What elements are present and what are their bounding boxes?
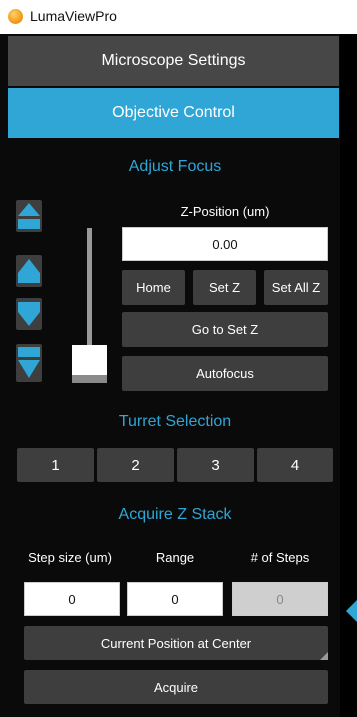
focus-slider-thumb[interactable] — [72, 345, 107, 383]
window-title: LumaViewPro — [30, 8, 117, 24]
turret-selection-heading: Turret Selection — [118, 413, 232, 430]
turret-button-1[interactable]: 1 — [17, 448, 94, 482]
app-logo-icon — [8, 9, 23, 24]
step-size-label: Step size (um) — [28, 550, 112, 565]
current-position-at-center-label: Current Position at Center — [100, 635, 252, 651]
turret-button-2[interactable]: 2 — [97, 448, 174, 482]
set-z-button[interactable]: Set Z — [193, 270, 256, 305]
turret-button-3[interactable]: 3 — [177, 448, 254, 482]
focus-down-fast-button[interactable] — [16, 344, 42, 382]
focus-up-fast-button[interactable] — [16, 200, 42, 232]
num-steps-field: 0 — [232, 582, 328, 616]
title-bar: LumaViewPro — [0, 0, 357, 34]
step-size-input[interactable]: 0 — [24, 582, 120, 616]
go-to-set-z-button[interactable]: Go to Set Z — [122, 312, 328, 347]
range-input[interactable]: 0 — [127, 582, 223, 616]
focus-down-button[interactable] — [16, 298, 42, 330]
range-label: Range — [155, 550, 195, 565]
accordion-microscope-settings[interactable]: Microscope Settings — [8, 36, 339, 86]
accordion-objective-control[interactable]: Objective Control — [8, 88, 339, 138]
arrow-up-icon — [18, 259, 40, 283]
arrow-down-icon — [18, 302, 40, 326]
z-position-input[interactable]: 0.00 — [122, 227, 328, 261]
set-all-z-button[interactable]: Set All Z — [264, 270, 328, 305]
focus-slider-track[interactable] — [87, 228, 92, 353]
current-position-at-center-button[interactable]: Current Position at Center — [24, 626, 328, 660]
acquire-z-stack-heading: Acquire Z Stack — [118, 506, 232, 523]
autofocus-button[interactable]: Autofocus — [122, 356, 328, 391]
double-arrow-down-icon — [18, 347, 40, 378]
collapse-panel-arrow-icon[interactable] — [346, 600, 357, 622]
double-arrow-up-icon — [18, 203, 40, 229]
toggle-corner-icon — [320, 652, 328, 660]
acquire-button[interactable]: Acquire — [24, 670, 328, 704]
focus-up-button[interactable] — [16, 255, 42, 287]
turret-button-4[interactable]: 4 — [257, 448, 333, 482]
z-position-label: Z-Position (um) — [180, 204, 270, 219]
home-button[interactable]: Home — [122, 270, 185, 305]
adjust-focus-heading: Adjust Focus — [128, 158, 222, 175]
num-steps-label: # of Steps — [250, 550, 310, 565]
